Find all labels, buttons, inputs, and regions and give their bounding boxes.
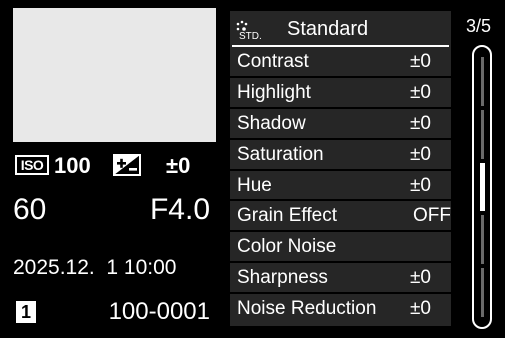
settings-list: Contrast ±0 Highlight ±0 Shadow ±0 Satur…: [230, 47, 451, 325]
iso-icon: ISO: [15, 155, 49, 175]
aperture-value: F4.0: [149, 193, 210, 226]
settings-row-value: ±0: [410, 267, 431, 289]
settings-row-color-noise[interactable]: Color Noise: [230, 232, 451, 264]
settings-row-saturation[interactable]: Saturation ±0: [230, 140, 451, 171]
settings-row-grain-effect[interactable]: Grain Effect OFF: [230, 201, 451, 233]
settings-row-sharpness[interactable]: Sharpness ±0: [230, 263, 451, 295]
iso-value: 100: [54, 153, 91, 178]
settings-row-value: ±0: [410, 112, 431, 134]
settings-row-noise-reduction[interactable]: Noise Reduction ±0: [230, 294, 451, 325]
standard-photo-style-icon: STD.: [236, 20, 262, 41]
settings-row-label: Sharpness: [237, 267, 328, 289]
settings-row-value: OFF: [413, 205, 451, 227]
settings-row-label: Noise Reduction: [237, 298, 377, 320]
exposure-compensation-value: ±0: [166, 153, 191, 178]
svg-text:STD.: STD.: [239, 31, 262, 41]
settings-row-label: Grain Effect: [237, 205, 337, 227]
settings-row-label: Color Noise: [237, 236, 337, 258]
page-indicator: 3/5: [466, 16, 492, 36]
settings-row-hue[interactable]: Hue ±0: [230, 171, 451, 202]
scrollbar-page-segment: [481, 268, 484, 317]
recording-date-time: 2025.12. 1 10:00: [13, 256, 177, 279]
settings-row-label: Highlight: [237, 81, 311, 103]
settings-row-label: Shadow: [237, 112, 306, 134]
settings-row-value: ±0: [410, 174, 431, 196]
image-thumbnail[interactable]: [13, 8, 216, 142]
settings-row-highlight[interactable]: Highlight ±0: [230, 78, 451, 109]
scrollbar-page-segment: [481, 215, 484, 265]
settings-row-label: Saturation: [237, 143, 324, 165]
settings-row-value: ±0: [410, 143, 431, 165]
exposure-compensation-icon: [113, 154, 141, 176]
settings-row-label: Contrast: [237, 51, 309, 72]
photo-style-settings-panel: STD. Standard Contrast ±0 Highlight ±0 S…: [230, 11, 451, 326]
settings-row-contrast[interactable]: Contrast ±0: [230, 47, 451, 78]
shutter-speed: 60: [13, 193, 47, 226]
playback-screen: ISO 100 ±0 60 F4.0 2025.12. 1 10:00 1 10…: [0, 0, 505, 338]
scrollbar-page-segment: [481, 57, 484, 106]
photo-style-title: Standard: [287, 18, 369, 40]
scrollbar-thumb[interactable]: [480, 162, 485, 212]
settings-row-value: ±0: [410, 81, 431, 103]
settings-row-shadow[interactable]: Shadow ±0: [230, 109, 451, 140]
settings-row-value: ±0: [410, 51, 431, 72]
page-scrollbar[interactable]: [472, 45, 492, 329]
scrollbar-page-segment: [481, 109, 484, 159]
settings-row-value: ±0: [410, 298, 431, 320]
card-slot-icon: 1: [16, 301, 36, 323]
file-number: 100-0001: [108, 298, 210, 325]
photo-style-header: STD. Standard: [230, 11, 451, 47]
settings-row-label: Hue: [237, 174, 272, 196]
